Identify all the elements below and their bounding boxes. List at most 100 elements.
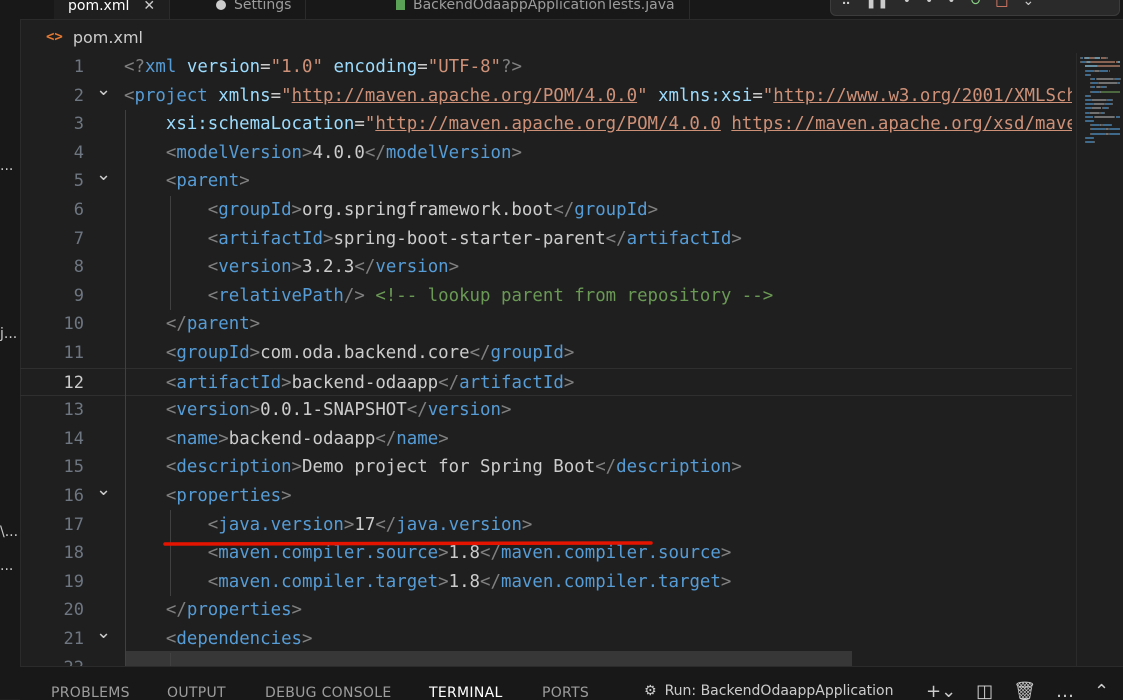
step-over-icon[interactable]: • [903,0,911,9]
code-line[interactable]: 6 <groupId>org.springframework.boot</gro… [20,196,1072,225]
code-token: > [721,572,731,592]
code-token: http://www.w3.org/2001/XMLSchema-instanc… [773,86,1072,106]
code-text[interactable]: </properties> [124,596,302,625]
code-line[interactable]: 4 <modelVersion>4.0.0</modelVersion> [20,139,1072,168]
drag-handle-icon[interactable]: ⠿ [841,0,851,9]
code-token: name [176,429,218,449]
code-line[interactable]: 5⌄ <parent> [20,167,1072,196]
tab-backend-tests[interactable]: BackendOdaappApplicationTests.java [382,0,690,19]
code-token: > [438,429,448,449]
code-token: </ [365,143,386,163]
stop-icon[interactable]: □ [995,0,1008,9]
code-line[interactable]: 2⌄<project xmlns="http://maven.apache.or… [20,82,1072,111]
code-line[interactable]: 21⌄ <dependencies> [20,625,1072,654]
code-token: > [721,543,731,563]
pause-icon[interactable]: ❚❚ [865,0,888,9]
code-text[interactable]: <groupId>com.oda.backend.core</groupId> [124,339,574,368]
code-text[interactable]: <groupId>org.springframework.boot</group… [124,196,658,225]
tab-debug-console[interactable]: DEBUG CONSOLE [265,685,392,700]
code-line[interactable]: 14 <name>backend-odaapp</name> [20,425,1072,454]
code-token: > [281,373,291,393]
add-terminal-icon[interactable]: +⌄ [926,681,956,700]
code-line[interactable]: 9 <relativePath/> <!-- lookup parent fro… [20,282,1072,311]
code-text[interactable]: <project xmlns="http://maven.apache.org/… [124,82,1072,111]
code-token: </ [375,429,396,449]
close-icon[interactable]: ✕ [143,0,155,14]
code-line[interactable]: 20 </properties> [20,596,1072,625]
panel-actions: +⌄ ◫ 🗑 … ⌃ [926,681,1109,700]
breadcrumb-file[interactable]: pom.xml [73,28,143,47]
code-text[interactable]: xsi:schemaLocation="http://maven.apache.… [124,110,1072,139]
code-token: xmlns [218,86,270,106]
code-line[interactable]: 12 <artifactId>backend-odaapp</artifactI… [20,368,1072,397]
chevron-down-icon[interactable]: ⌄ [1023,0,1035,9]
code-token: encoding [333,57,417,77]
sidebar-fragment[interactable]: j... [0,326,20,342]
tab-pom-xml[interactable]: pom.xml ✕ [54,0,170,20]
horizontal-scrollbar-thumb[interactable] [125,651,852,666]
code-text[interactable]: <artifactId>backend-odaapp</artifactId> [124,369,574,398]
step-out-icon[interactable]: • [947,0,955,9]
code-text[interactable]: <modelVersion>4.0.0</modelVersion> [124,139,522,168]
code-line[interactable]: 19 <maven.compiler.target>1.8</maven.com… [20,568,1072,597]
code-editor[interactable]: 2221⌄ <dependencies>20 </properties>19 <… [20,53,1072,666]
vertical-scrollbar[interactable] [1076,53,1077,666]
code-token: < [166,343,176,363]
code-line[interactable]: 16⌄ <properties> [20,482,1072,511]
code-line[interactable]: 17 <java.version>17</java.version> [20,511,1072,540]
restart-icon[interactable]: ↻ [970,0,982,9]
code-token: properties [187,600,292,620]
minimap[interactable] [1080,53,1122,163]
code-line[interactable]: 3 xsi:schemaLocation="http://maven.apach… [20,110,1072,139]
code-line[interactable]: 13 <version>0.0.1-SNAPSHOT</version> [20,396,1072,425]
code-line[interactable]: 8 <version>3.2.3</version> [20,253,1072,282]
code-text[interactable]: <dependencies> [124,625,313,654]
tab-ports[interactable]: PORTS [542,685,589,700]
breadcrumb[interactable]: <> pom.xml [46,26,143,48]
settings-gear-icon [216,0,226,10]
tab-output[interactable]: OUTPUT [167,685,226,700]
step-into-icon[interactable]: • [925,0,933,9]
tab-settings[interactable]: Settings [202,0,306,19]
code-text[interactable]: <artifactId>spring-boot-starter-parent</… [124,225,742,254]
code-token: <? [124,57,145,77]
code-line[interactable]: 10 </parent> [20,310,1072,339]
minimap-stroke [1094,103,1104,105]
code-token: = [260,57,270,77]
sidebar-fragment[interactable]: ... [0,158,20,174]
code-text[interactable]: <?xml version="1.0" encoding="UTF-8"?> [124,53,522,82]
code-line[interactable]: 15 <description>Demo project for Spring … [20,453,1072,482]
code-line[interactable]: 1<?xml version="1.0" encoding="UTF-8"?> [20,53,1072,82]
code-token: "UTF-8" [428,57,501,77]
trash-icon[interactable]: 🗑 [1013,681,1036,700]
sidebar-fragment[interactable]: ... [0,558,20,574]
more-icon[interactable]: … [1056,681,1074,700]
code-token: description [616,457,731,477]
code-text[interactable]: <description>Demo project for Spring Boo… [124,453,742,482]
sidebar-fragment[interactable]: \... [0,524,20,540]
code-text[interactable]: <java.version>17</java.version> [124,511,532,540]
code-text[interactable]: <relativePath/> <!-- lookup parent from … [124,282,773,311]
code-line[interactable]: 7 <artifactId>spring-boot-starter-parent… [20,225,1072,254]
code-token: parent [176,171,239,191]
code-text[interactable]: <parent> [124,167,250,196]
code-text[interactable]: <version>0.0.1-SNAPSHOT</version> [124,396,511,425]
run-configuration[interactable]: ⚙ Run: BackendOdaappApplication [644,683,894,699]
split-terminal-icon[interactable]: ◫ [976,681,993,700]
code-text[interactable]: <version>3.2.3</version> [124,253,459,282]
indent-guide [170,196,171,310]
tab-terminal[interactable]: TERMINAL [429,685,503,700]
code-token: > [292,200,302,220]
code-line[interactable]: 11 <groupId>com.oda.backend.core</groupI… [20,339,1072,368]
code-text[interactable]: </parent> [124,310,260,339]
code-token: > [522,515,532,535]
code-token: > [731,457,741,477]
code-token: > [511,143,521,163]
minimap-stroke [1100,70,1108,72]
code-text[interactable]: <maven.compiler.target>1.8</maven.compil… [124,568,731,597]
tab-problems[interactable]: PROBLEMS [51,685,130,700]
code-text[interactable]: <properties> [124,482,292,511]
chevron-up-icon[interactable]: ⌃ [1094,681,1109,700]
code-text[interactable]: <name>backend-odaapp</name> [124,425,449,454]
line-number: 2 [20,82,84,111]
